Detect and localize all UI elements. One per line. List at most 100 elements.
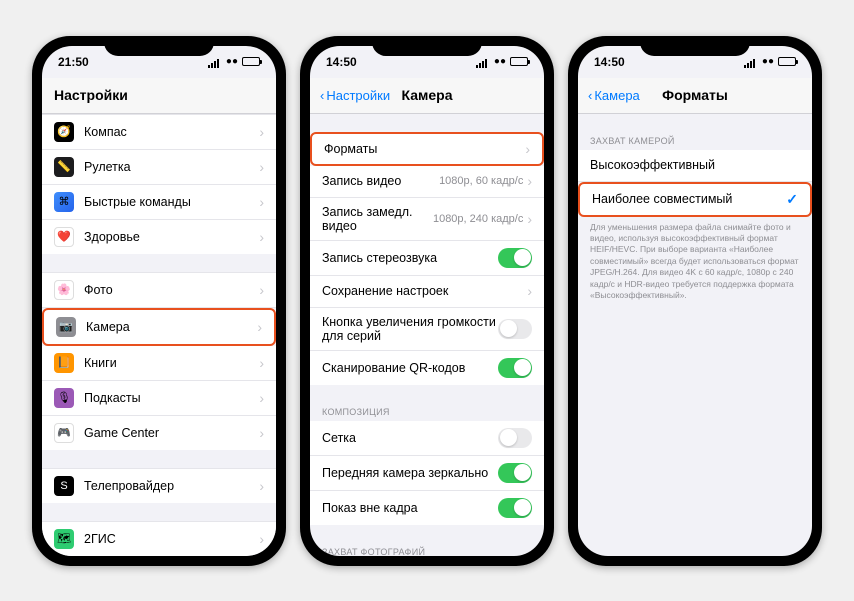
row-stereo[interactable]: Запись стереозвука — [310, 241, 544, 276]
content[interactable]: 🧭Компас› 📏Рулетка› ⌘Быстрые команды› ❤️З… — [42, 114, 276, 556]
wifi-icon: ●● — [226, 56, 238, 67]
phone-camera: 14:50 ●● ‹Настройки Камера Форматы› Запи… — [300, 36, 554, 566]
chevron-icon: › — [259, 159, 264, 175]
row-record-slomo[interactable]: Запись замедл. видео1080p, 240 кадр/с› — [310, 198, 544, 241]
row-mirror[interactable]: Передняя камера зеркально — [310, 456, 544, 491]
chevron-icon: › — [259, 478, 264, 494]
tvprovider-icon: S — [54, 476, 74, 496]
group-header: ЗАХВАТ КАМЕРОЙ — [578, 132, 812, 150]
nav-bar: Настройки — [42, 78, 276, 114]
chevron-icon: › — [259, 355, 264, 371]
group: 🧭Компас› 📏Рулетка› ⌘Быстрые команды› ❤️З… — [42, 114, 276, 254]
toggle[interactable] — [498, 428, 532, 448]
wifi-icon: ●● — [494, 56, 506, 67]
screen: 21:50 ●● Настройки 🧭Компас› 📏Рулетка› ⌘Б… — [42, 46, 276, 556]
row-qr[interactable]: Сканирование QR-кодов — [310, 351, 544, 385]
phone-settings: 21:50 ●● Настройки 🧭Компас› 📏Рулетка› ⌘Б… — [32, 36, 286, 566]
group: SТелепровайдер› — [42, 468, 276, 503]
back-button[interactable]: ‹Камера — [588, 88, 640, 103]
toggle[interactable] — [498, 319, 532, 339]
chevron-icon: › — [259, 282, 264, 298]
signal-icon — [744, 57, 758, 66]
row-preserve[interactable]: Сохранение настроек› — [310, 276, 544, 308]
screen: 14:50 ●● ‹Настройки Камера Форматы› Запи… — [310, 46, 544, 556]
row-record-video[interactable]: Запись видео1080p, 60 кадр/с› — [310, 166, 544, 198]
chevron-icon: › — [259, 194, 264, 210]
health-icon: ❤️ — [54, 227, 74, 247]
row-shortcuts[interactable]: ⌘Быстрые команды› — [42, 185, 276, 220]
signal-icon — [208, 57, 222, 66]
nav-bar: ‹Настройки Камера — [310, 78, 544, 114]
group: 🌸Фото› 📷Камера› 📙Книги› 🎙Подкасты› 🎮Game… — [42, 272, 276, 450]
signal-icon — [476, 57, 490, 66]
notch — [372, 36, 482, 56]
row-tvprovider[interactable]: SТелепровайдер› — [42, 468, 276, 503]
row-most-compatible[interactable]: Наиболее совместимый✓ — [578, 182, 812, 217]
chevron-icon: › — [525, 141, 530, 157]
row-photos[interactable]: 🌸Фото› — [42, 272, 276, 308]
row-formats[interactable]: Форматы› — [310, 132, 544, 166]
podcasts-icon: 🎙 — [54, 388, 74, 408]
ruler-icon: 📏 — [54, 157, 74, 177]
notch — [104, 36, 214, 56]
status-icons: ●● — [208, 56, 260, 67]
row-camera[interactable]: 📷Камера› — [42, 308, 276, 346]
chevron-icon: › — [259, 531, 264, 547]
gamecenter-icon: 🎮 — [54, 423, 74, 443]
row-books[interactable]: 📙Книги› — [42, 346, 276, 381]
screen: 14:50 ●● ‹Камера Форматы ЗАХВАТ КАМЕРОЙ … — [578, 46, 812, 556]
chevron-icon: › — [527, 173, 532, 189]
group: ЗАХВАТ ФОТОГРАФИЙ Обнаружение сцены Авто… — [310, 543, 544, 556]
toggle[interactable] — [498, 498, 532, 518]
row-compass[interactable]: 🧭Компас› — [42, 114, 276, 150]
chevron-icon: › — [527, 283, 532, 299]
wifi-icon: ●● — [762, 56, 774, 67]
chevron-icon: › — [259, 390, 264, 406]
time: 14:50 — [594, 55, 625, 69]
camera-icon: 📷 — [56, 317, 76, 337]
row-podcasts[interactable]: 🎙Подкасты› — [42, 381, 276, 416]
photos-icon: 🌸 — [54, 280, 74, 300]
group-footer: Для уменьшения размера файла снимайте фо… — [578, 217, 812, 307]
group: ЗАХВАТ КАМЕРОЙ Высокоэффективный Наиболе… — [578, 132, 812, 307]
toggle[interactable] — [498, 358, 532, 378]
row-gamecenter[interactable]: 🎮Game Center› — [42, 416, 276, 450]
row-2gis[interactable]: 🗺2ГИС› — [42, 521, 276, 556]
battery-icon — [510, 57, 528, 66]
phone-formats: 14:50 ●● ‹Камера Форматы ЗАХВАТ КАМЕРОЙ … — [568, 36, 822, 566]
page-title: Настройки — [42, 87, 276, 103]
status-icons: ●● — [744, 56, 796, 67]
chevron-icon: › — [259, 229, 264, 245]
row-health[interactable]: ❤️Здоровье› — [42, 220, 276, 254]
2gis-icon: 🗺 — [54, 529, 74, 549]
row-grid[interactable]: Сетка — [310, 421, 544, 456]
group: КОМПОЗИЦИЯ Сетка Передняя камера зеркаль… — [310, 403, 544, 525]
group-header: КОМПОЗИЦИЯ — [310, 403, 544, 421]
row-ruler[interactable]: 📏Рулетка› — [42, 150, 276, 185]
time: 14:50 — [326, 55, 357, 69]
notch — [640, 36, 750, 56]
row-high-efficiency[interactable]: Высокоэффективный — [578, 150, 812, 182]
row-outframe[interactable]: Показ вне кадра — [310, 491, 544, 525]
content[interactable]: Форматы› Запись видео1080p, 60 кадр/с› З… — [310, 114, 544, 556]
group: 🗺2ГИС› ⁘Авито› ААльфа-Банк› ✈Аэрофлот› — [42, 521, 276, 556]
check-icon: ✓ — [786, 191, 798, 208]
status-icons: ●● — [476, 56, 528, 67]
content[interactable]: ЗАХВАТ КАМЕРОЙ Высокоэффективный Наиболе… — [578, 114, 812, 556]
toggle[interactable] — [498, 248, 532, 268]
row-volume-burst[interactable]: Кнопка увеличения громкости для серий — [310, 308, 544, 351]
chevron-icon: › — [257, 319, 262, 335]
chevron-icon: › — [259, 124, 264, 140]
books-icon: 📙 — [54, 353, 74, 373]
shortcuts-icon: ⌘ — [54, 192, 74, 212]
back-button[interactable]: ‹Настройки — [320, 88, 390, 103]
time: 21:50 — [58, 55, 89, 69]
toggle[interactable] — [498, 463, 532, 483]
group: Форматы› Запись видео1080p, 60 кадр/с› З… — [310, 132, 544, 385]
compass-icon: 🧭 — [54, 122, 74, 142]
group-header: ЗАХВАТ ФОТОГРАФИЙ — [310, 543, 544, 556]
battery-icon — [778, 57, 796, 66]
battery-icon — [242, 57, 260, 66]
chevron-icon: › — [259, 425, 264, 441]
chevron-icon: › — [527, 211, 532, 227]
